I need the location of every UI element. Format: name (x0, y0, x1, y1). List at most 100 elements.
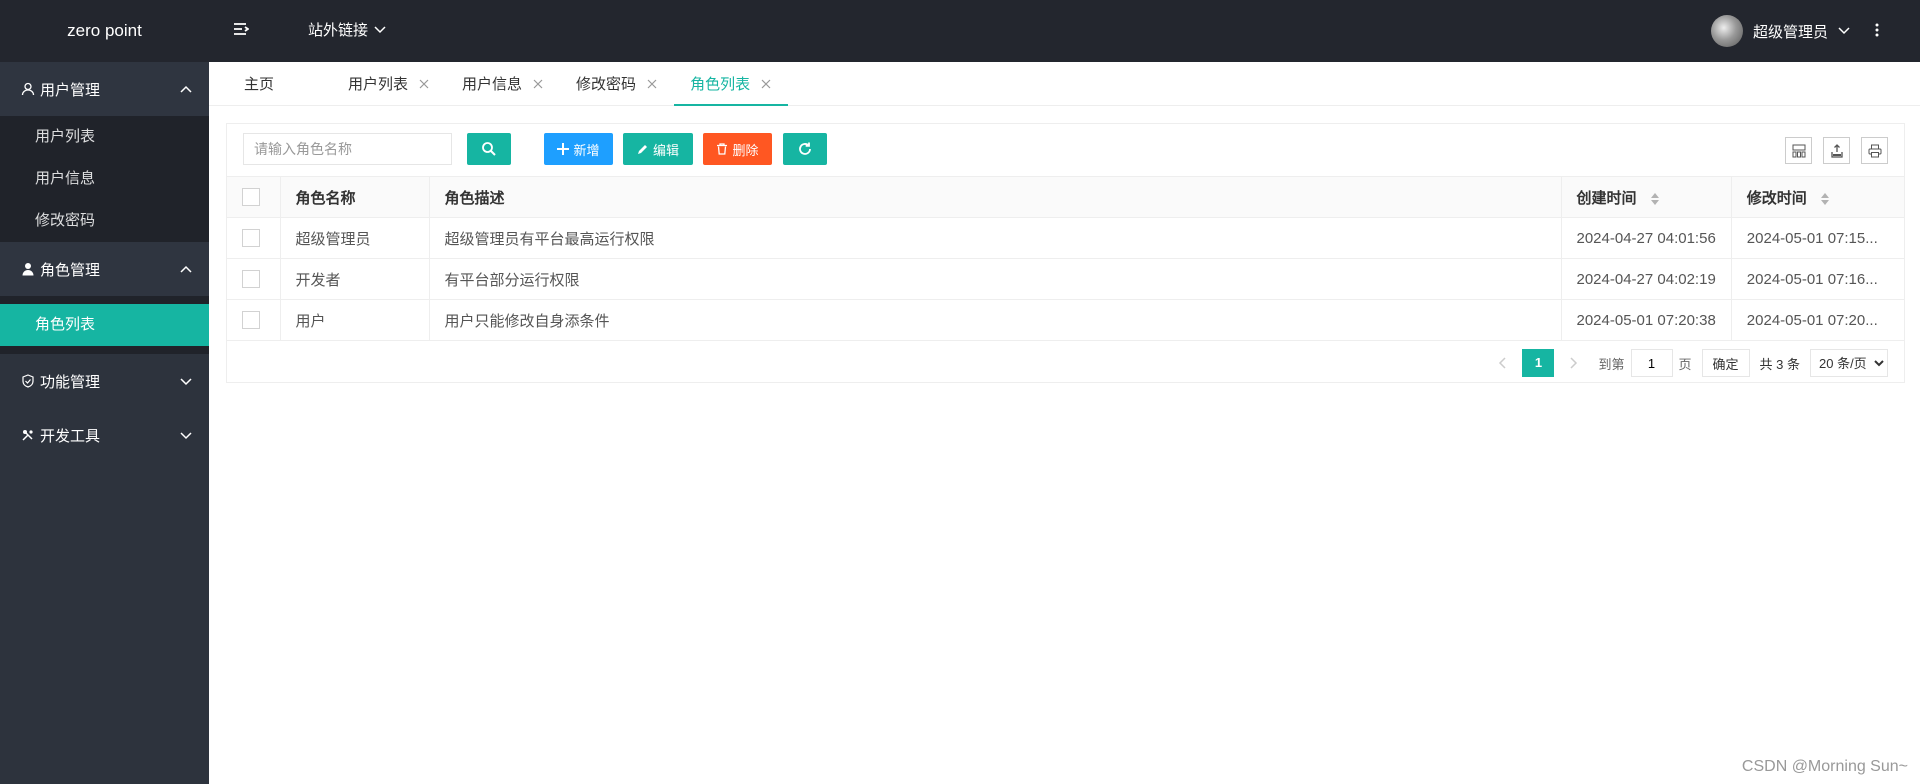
plus-icon (557, 143, 570, 155)
external-links-menu[interactable]: 站外链接 (308, 19, 386, 40)
watermark: CSDN @Morning Sun~ (1741, 758, 1908, 775)
refresh-button[interactable] (783, 133, 827, 165)
avatar (1710, 15, 1743, 47)
nav-title-label: 用户管理 (40, 81, 101, 99)
delete-button[interactable]: 删除 (703, 133, 772, 165)
row-checkbox-cell (227, 258, 281, 300)
total-count: 共 3 条 (1759, 356, 1800, 372)
nav-title-label: 角色管理 (40, 261, 101, 279)
nav-title-label: 开发工具 (40, 427, 101, 445)
row-checkbox-cell (227, 299, 281, 341)
user-name: 超级管理员 (1752, 23, 1828, 41)
nav-title-role-management[interactable]: 角色管理 (0, 242, 209, 296)
cell-modified: 2024-05-01 07:15... (1731, 217, 1904, 259)
export-icon[interactable] (1823, 137, 1850, 164)
row-checkbox-cell (227, 217, 281, 259)
tab-bar: 主页 用户列表 用户信息 修改密码 角色列表 (209, 62, 1920, 106)
table-row[interactable]: 用户 用户只能修改自身添条件 2024-05-01 07:20:38 2024-… (227, 299, 1904, 341)
close-icon[interactable] (418, 78, 430, 90)
cell-role-desc: 超级管理员有平台最高运行权限 (429, 217, 1562, 259)
tab-label: 主页 (244, 76, 275, 93)
submenu-user-management: 用户列表 用户信息 修改密码 (0, 116, 209, 242)
tab-user-info[interactable]: 用户信息 (446, 62, 560, 105)
sidebar-item-role-list[interactable]: 角色列表 (0, 304, 209, 346)
menu-toggle-icon[interactable] (232, 20, 250, 38)
sort-icon[interactable] (1820, 192, 1829, 205)
add-button-label: 新增 (573, 142, 600, 158)
table-row[interactable]: 超级管理员 超级管理员有平台最高运行权限 2024-04-27 04:01:56… (227, 217, 1904, 259)
shield-icon (20, 373, 36, 389)
add-button[interactable]: 新增 (544, 133, 613, 165)
tab-role-list[interactable]: 角色列表 (674, 62, 789, 106)
tab-label: 修改密码 (576, 76, 637, 93)
row-checkbox[interactable] (242, 229, 260, 248)
cell-modified: 2024-05-01 07:20... (1731, 299, 1904, 341)
nav-title-label: 功能管理 (40, 373, 101, 391)
cell-created: 2024-05-01 07:20:38 (1561, 299, 1732, 341)
edit-button[interactable]: 编辑 (623, 133, 693, 165)
delete-button-label: 删除 (732, 142, 759, 158)
page-jump: 到第 页 确定 (1598, 349, 1750, 377)
nav-group-dev-tools: 开发工具 (0, 408, 209, 462)
edit-button-label: 编辑 (652, 142, 679, 158)
table-row[interactable]: 开发者 有平台部分运行权限 2024-04-27 04:02:19 2024-0… (227, 258, 1904, 300)
chevron-up-icon (180, 265, 192, 273)
close-icon[interactable] (532, 78, 544, 90)
columns-filter-icon[interactable] (1785, 137, 1812, 164)
prev-page-icon[interactable] (1488, 357, 1516, 369)
next-page-icon[interactable] (1560, 357, 1588, 369)
sidebar-item-user-list[interactable]: 用户列表 (0, 116, 209, 158)
app-logo: zero point (67, 21, 142, 40)
nav-group-role-management: 角色管理 角色列表 (0, 242, 209, 354)
sidebar-item-change-password[interactable]: 修改密码 (0, 200, 209, 242)
table-toolbar: 新增 编辑 删除 (243, 133, 1888, 167)
current-page[interactable]: 1 (1522, 349, 1555, 377)
close-icon[interactable] (760, 78, 772, 90)
select-all-checkbox[interactable] (242, 188, 260, 207)
column-header-name: 角色名称 (280, 176, 430, 218)
sort-icon[interactable] (1650, 192, 1659, 205)
nav-title-function-management[interactable]: 功能管理 (0, 354, 209, 408)
chevron-down-icon (180, 432, 192, 440)
close-icon[interactable] (646, 78, 658, 90)
column-header-modified[interactable]: 修改时间 (1731, 176, 1904, 218)
user-menu[interactable]: 超级管理员 (1710, 15, 1850, 47)
cell-role-desc: 用户只能修改自身添条件 (429, 299, 1562, 341)
person-icon (20, 261, 36, 277)
goto-label: 到第 (1598, 356, 1625, 372)
row-checkbox[interactable] (242, 311, 260, 330)
search-icon (482, 142, 496, 156)
nav-title-user-management[interactable]: 用户管理 (0, 62, 209, 116)
sidebar: 用户管理 用户列表 用户信息 修改密码 角色管理 角色列表 功能管理 开发工具 (0, 62, 209, 784)
chevron-down-icon (374, 25, 386, 33)
column-header-created[interactable]: 创建时间 (1561, 176, 1732, 218)
cell-role-name: 超级管理员 (280, 217, 430, 259)
column-header-desc: 角色描述 (429, 176, 1562, 218)
tab-label: 用户信息 (462, 76, 523, 93)
more-vertical-icon[interactable] (1872, 20, 1882, 40)
tab-home[interactable]: 主页 (209, 62, 310, 105)
search-button[interactable] (467, 133, 511, 165)
role-name-search-input[interactable] (243, 133, 452, 165)
column-header-label: 创建时间 (1576, 189, 1637, 207)
print-icon[interactable] (1861, 137, 1888, 164)
row-checkbox[interactable] (242, 270, 260, 289)
tab-label: 用户列表 (348, 76, 409, 93)
nav-group-function-management: 功能管理 (0, 354, 209, 408)
page-size-select[interactable]: 20 条/页 (1810, 349, 1888, 377)
nav-group-user-management: 用户管理 用户列表 用户信息 修改密码 (0, 62, 209, 242)
page-number-input[interactable] (1630, 349, 1673, 377)
cell-modified: 2024-05-01 07:16... (1731, 258, 1904, 300)
tab-user-list[interactable]: 用户列表 (310, 62, 446, 105)
trash-icon (717, 143, 728, 155)
chevron-down-icon (180, 378, 192, 386)
sidebar-item-user-info[interactable]: 用户信息 (0, 158, 209, 200)
cell-role-desc: 有平台部分运行权限 (429, 258, 1562, 300)
refresh-icon (799, 142, 811, 155)
nav-title-dev-tools[interactable]: 开发工具 (0, 408, 209, 462)
confirm-page-button[interactable]: 确定 (1701, 349, 1750, 377)
tab-change-password[interactable]: 修改密码 (560, 62, 674, 105)
page-suffix-label: 页 (1678, 356, 1692, 372)
user-icon (20, 81, 36, 97)
